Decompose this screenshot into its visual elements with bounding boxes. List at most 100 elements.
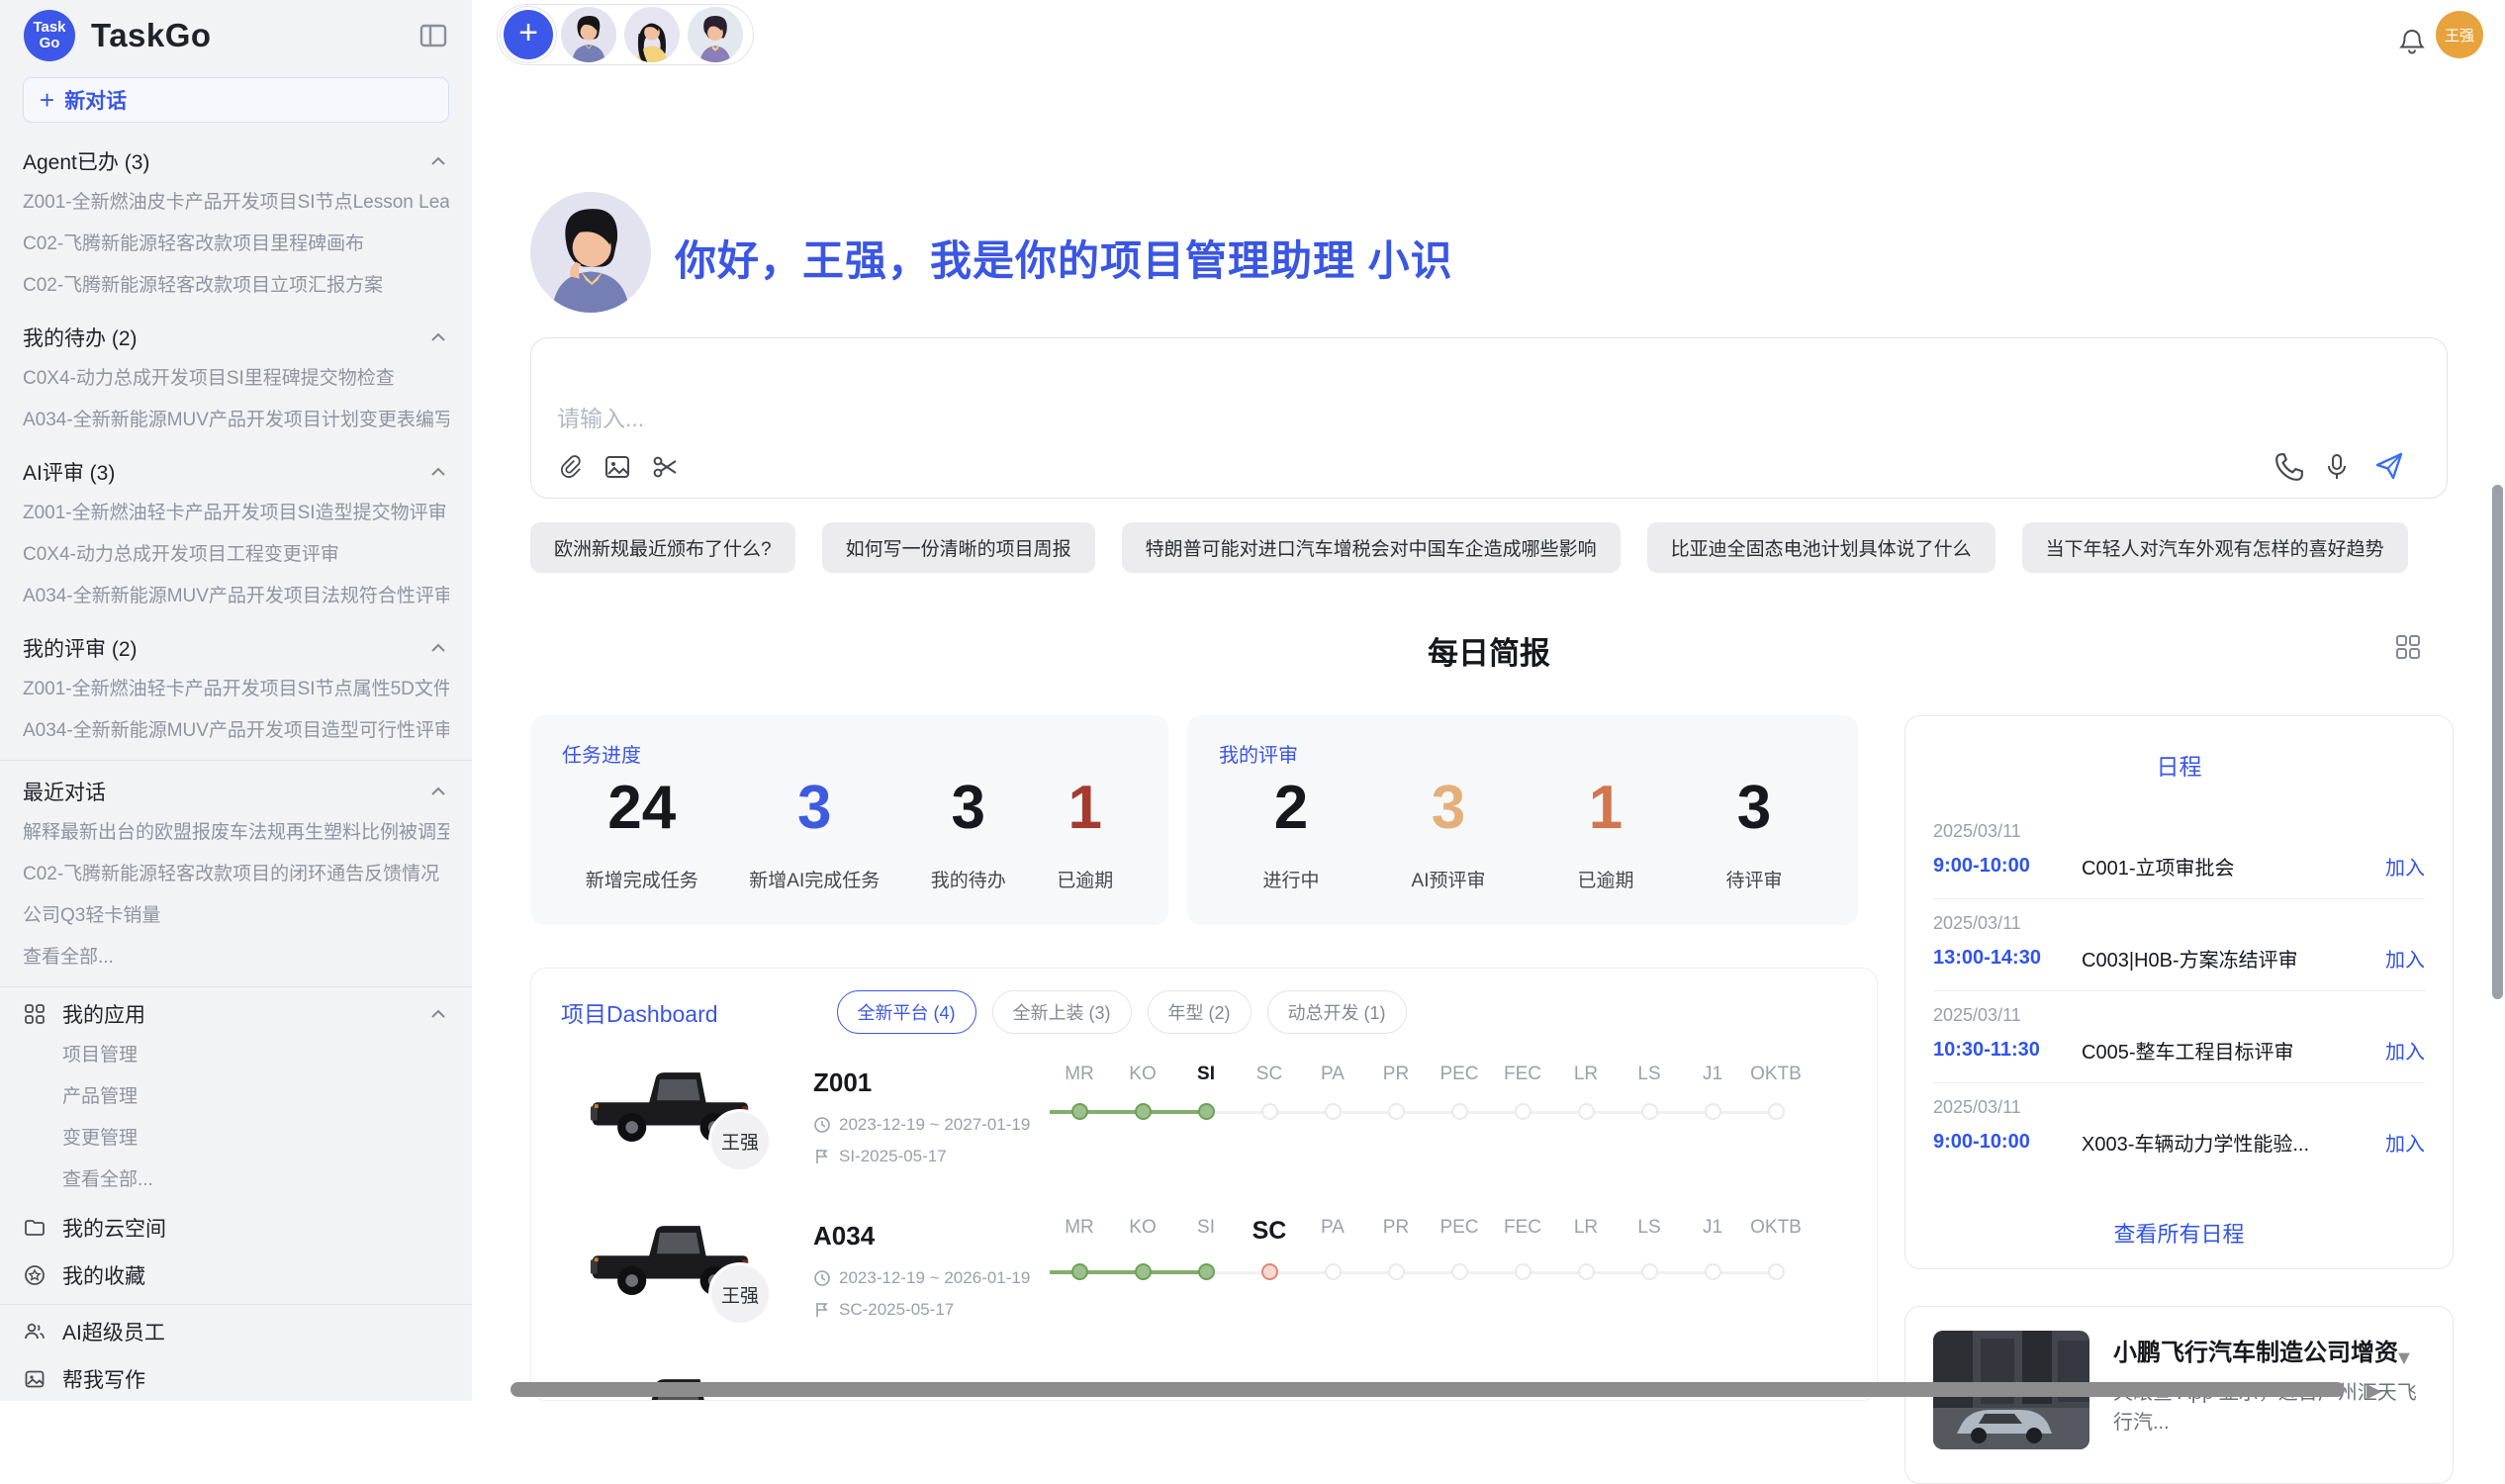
divider [0, 986, 472, 987]
dashboard-header: 项目Dashboard 全新平台 (4) 全新上装 (3) 年型 (2) 动总开… [561, 990, 1423, 1034]
event-title: C005-整车工程目标评审 [2082, 1036, 2385, 1065]
new-chat-button[interactable]: + 新对话 [23, 77, 449, 123]
sidebar-item[interactable]: A034-全新新能源MUV产品开发项目法规符合性评审 [23, 576, 449, 617]
sidebar-item[interactable]: A034-全新新能源MUV产品开发项目造型可行性评审 [23, 710, 449, 752]
project-dashboard-card: 项目Dashboard 全新平台 (4) 全新上装 (3) 年型 (2) 动总开… [530, 968, 1878, 1401]
sidebar-item-help-write[interactable]: 帮我写作 [23, 1358, 449, 1400]
stat-label: 待评审 [1725, 866, 1782, 892]
view-all-schedule-link[interactable]: 查看所有日程 [1905, 1217, 2453, 1249]
project-name: Z001 [813, 1067, 872, 1098]
section-header-recent[interactable]: 最近对话 [23, 771, 449, 812]
sidebar-item-cloud-space[interactable]: 我的云空间 [23, 1207, 449, 1249]
recent-item[interactable]: 解释最新出台的欧盟报废车法规再生塑料比例被调至15%... [23, 812, 449, 854]
event-title: C001-立项审批会 [2082, 852, 2385, 881]
event-time: 10:30-11:30 [1933, 1039, 2082, 1062]
favorites-label: 我的收藏 [62, 1260, 145, 1290]
chevron-up-icon [427, 637, 449, 659]
app-item-product-mgmt[interactable]: 产品管理 [23, 1076, 449, 1118]
suggestion-chip[interactable]: 欧洲新规最近颁布了什么? [530, 522, 795, 573]
new-chat-label: 新对话 [64, 85, 127, 115]
stat: 3AI预评审 [1412, 777, 1486, 892]
scissors-icon[interactable] [650, 452, 680, 482]
sidebar-item[interactable]: C0X4-动力总成开发项目工程变更评审 [23, 534, 449, 576]
filter-chip-modelyear[interactable]: 年型 (2) [1148, 990, 1252, 1034]
app-item-project-mgmt[interactable]: 项目管理 [23, 1035, 449, 1076]
section-header-my-review[interactable]: 我的评审 (2) [23, 627, 449, 669]
milestone-labels: MRKOSISCPAPRPECFECLRLSJ1OKTB [1048, 1217, 1829, 1246]
stat-value: 3 [931, 777, 1006, 840]
user-avatar[interactable]: 王强 [2436, 11, 2483, 58]
message-input[interactable]: 请输入... [530, 337, 2448, 499]
scroll-right-arrow-icon[interactable]: ▶ [2366, 1378, 2381, 1403]
attach-icon[interactable] [555, 452, 585, 482]
project-dates-text: 2023-12-19 ~ 2027-01-19 [839, 1115, 1030, 1135]
avatar-contact-3[interactable] [688, 7, 743, 62]
join-link[interactable]: 加入 [2385, 944, 2425, 973]
sidebar-item-my-apps[interactable]: 我的应用 [23, 993, 449, 1035]
cloud-space-label: 我的云空间 [62, 1213, 166, 1243]
filter-chip-platform[interactable]: 全新平台 (4) [837, 990, 976, 1034]
suggestion-chip[interactable]: 当下年轻人对汽车外观有怎样的喜好趋势 [2022, 522, 2408, 573]
sidebar-item-ai-employee[interactable]: AI超级员工 [23, 1311, 449, 1352]
section-header-ai-review[interactable]: AI评审 (3) [23, 451, 449, 493]
sidebar-collapse-icon[interactable] [418, 21, 448, 50]
sidebar-item[interactable]: C0X4-动力总成开发项目SI里程碑提交物检查 [23, 358, 449, 400]
milestone-labels: MRKOSISCPAPRPECFECLRLSJ1OKTB [1048, 1064, 1829, 1085]
logo-line1: Task [33, 20, 65, 36]
vertical-scrollbar-thumb[interactable] [2492, 485, 2503, 999]
recent-item[interactable]: C02-飞腾新能源轻客改款项目的闭环通告反馈情况 [23, 854, 449, 895]
layout-grid-icon[interactable] [2394, 633, 2422, 661]
avatar-contact-2[interactable] [624, 7, 680, 62]
flag-icon [813, 1301, 831, 1319]
project-dates: 2023-12-19 ~ 2026-01-19 [813, 1268, 1030, 1288]
event-time: 9:00-10:00 [1933, 1131, 2082, 1154]
notification-bell-icon[interactable] [2398, 28, 2426, 55]
section-title: Agent已办 (3) [23, 146, 149, 176]
app-item-change-mgmt[interactable]: 变更管理 [23, 1118, 449, 1159]
sidebar-item[interactable]: Z001-全新燃油轻卡产品开发项目SI节点属性5D文件评审 [23, 669, 449, 710]
task-progress-title: 任务进度 [562, 739, 641, 768]
suggestion-chip[interactable]: 比亚迪全固态电池计划具体说了什么 [1647, 522, 1995, 573]
suggestion-chip[interactable]: 特朗普可能对进口汽车增税会对中国车企造成哪些影响 [1122, 522, 1621, 573]
avatar-contact-1[interactable] [561, 7, 616, 62]
microphone-icon[interactable] [2322, 452, 2352, 482]
sidebar-item[interactable]: C02-飞腾新能源轻客改款项目里程碑画布 [23, 224, 449, 265]
send-icon[interactable] [2373, 450, 2405, 482]
star-badge-icon [23, 1263, 48, 1287]
section-header-my-todo[interactable]: 我的待办 (2) [23, 317, 449, 358]
stat-value: 3 [1725, 777, 1782, 840]
join-link[interactable]: 加入 [2385, 1036, 2425, 1065]
recent-view-all[interactable]: 查看全部... [23, 937, 449, 978]
section-title: 我的待办 (2) [23, 323, 138, 352]
milestone-dots [1048, 1263, 1808, 1280]
horizontal-scrollbar-thumb[interactable] [510, 1382, 2345, 1397]
folder-icon [23, 1216, 48, 1240]
image-icon[interactable] [603, 452, 632, 482]
phone-icon[interactable] [2274, 452, 2304, 482]
sidebar-item[interactable]: C02-飞腾新能源轻客改款项目立项汇报方案 [23, 265, 449, 307]
recent-item[interactable]: 公司Q3轻卡销量 [23, 895, 449, 937]
suggestion-chips: 欧洲新规最近颁布了什么? 如何写一份清晰的项目周报 特朗普可能对进口汽车增税会对… [530, 522, 2450, 573]
scroll-down-arrow-icon[interactable]: ▼ [2394, 1347, 2414, 1370]
join-link[interactable]: 加入 [2385, 1128, 2425, 1157]
filter-chip-upfit[interactable]: 全新上装 (3) [992, 990, 1132, 1034]
stat-label: 新增完成任务 [586, 866, 698, 892]
sidebar-item[interactable]: Z001-全新燃油轻卡产品开发项目SI造型提交物评审 [23, 493, 449, 534]
suggestion-chip[interactable]: 如何写一份清晰的项目周报 [822, 522, 1095, 573]
join-link[interactable]: 加入 [2385, 852, 2425, 881]
project-row[interactable]: 王强 Z001 2023-12-19 ~ 2027-01-19 SI-2025-… [531, 1040, 1877, 1190]
new-conversation-button[interactable]: + [504, 10, 553, 59]
my-review-stats: 2进行中 3AI预评审 1已逾期 3待评审 [1187, 777, 1858, 892]
input-placeholder: 请输入... [557, 400, 644, 433]
sidebar-item-favorites[interactable]: 我的收藏 [23, 1254, 449, 1296]
schedule-event: 2025/03/11 13:00-14:30C003|H0B-方案冻结评审加入 [1933, 899, 2425, 991]
sidebar-item[interactable]: Z001-全新燃油皮卡产品开发项目SI节点Lesson Learn报告 [23, 182, 449, 224]
sidebar-item[interactable]: A034-全新新能源MUV产品开发项目计划变更表编写 [23, 400, 449, 441]
section-header-agent-done[interactable]: Agent已办 (3) [23, 140, 449, 182]
filter-chip-powertrain[interactable]: 动总开发 (1) [1267, 990, 1407, 1034]
apps-view-all[interactable]: 查看全部... [23, 1159, 449, 1201]
stat-value: 3 [749, 777, 880, 840]
event-time: 13:00-14:30 [1933, 947, 2082, 970]
project-flag-text: SI-2025-05-17 [839, 1147, 947, 1166]
project-row[interactable]: 王强 A034 2023-12-19 ~ 2026-01-19 SC-2025-… [531, 1193, 1877, 1344]
